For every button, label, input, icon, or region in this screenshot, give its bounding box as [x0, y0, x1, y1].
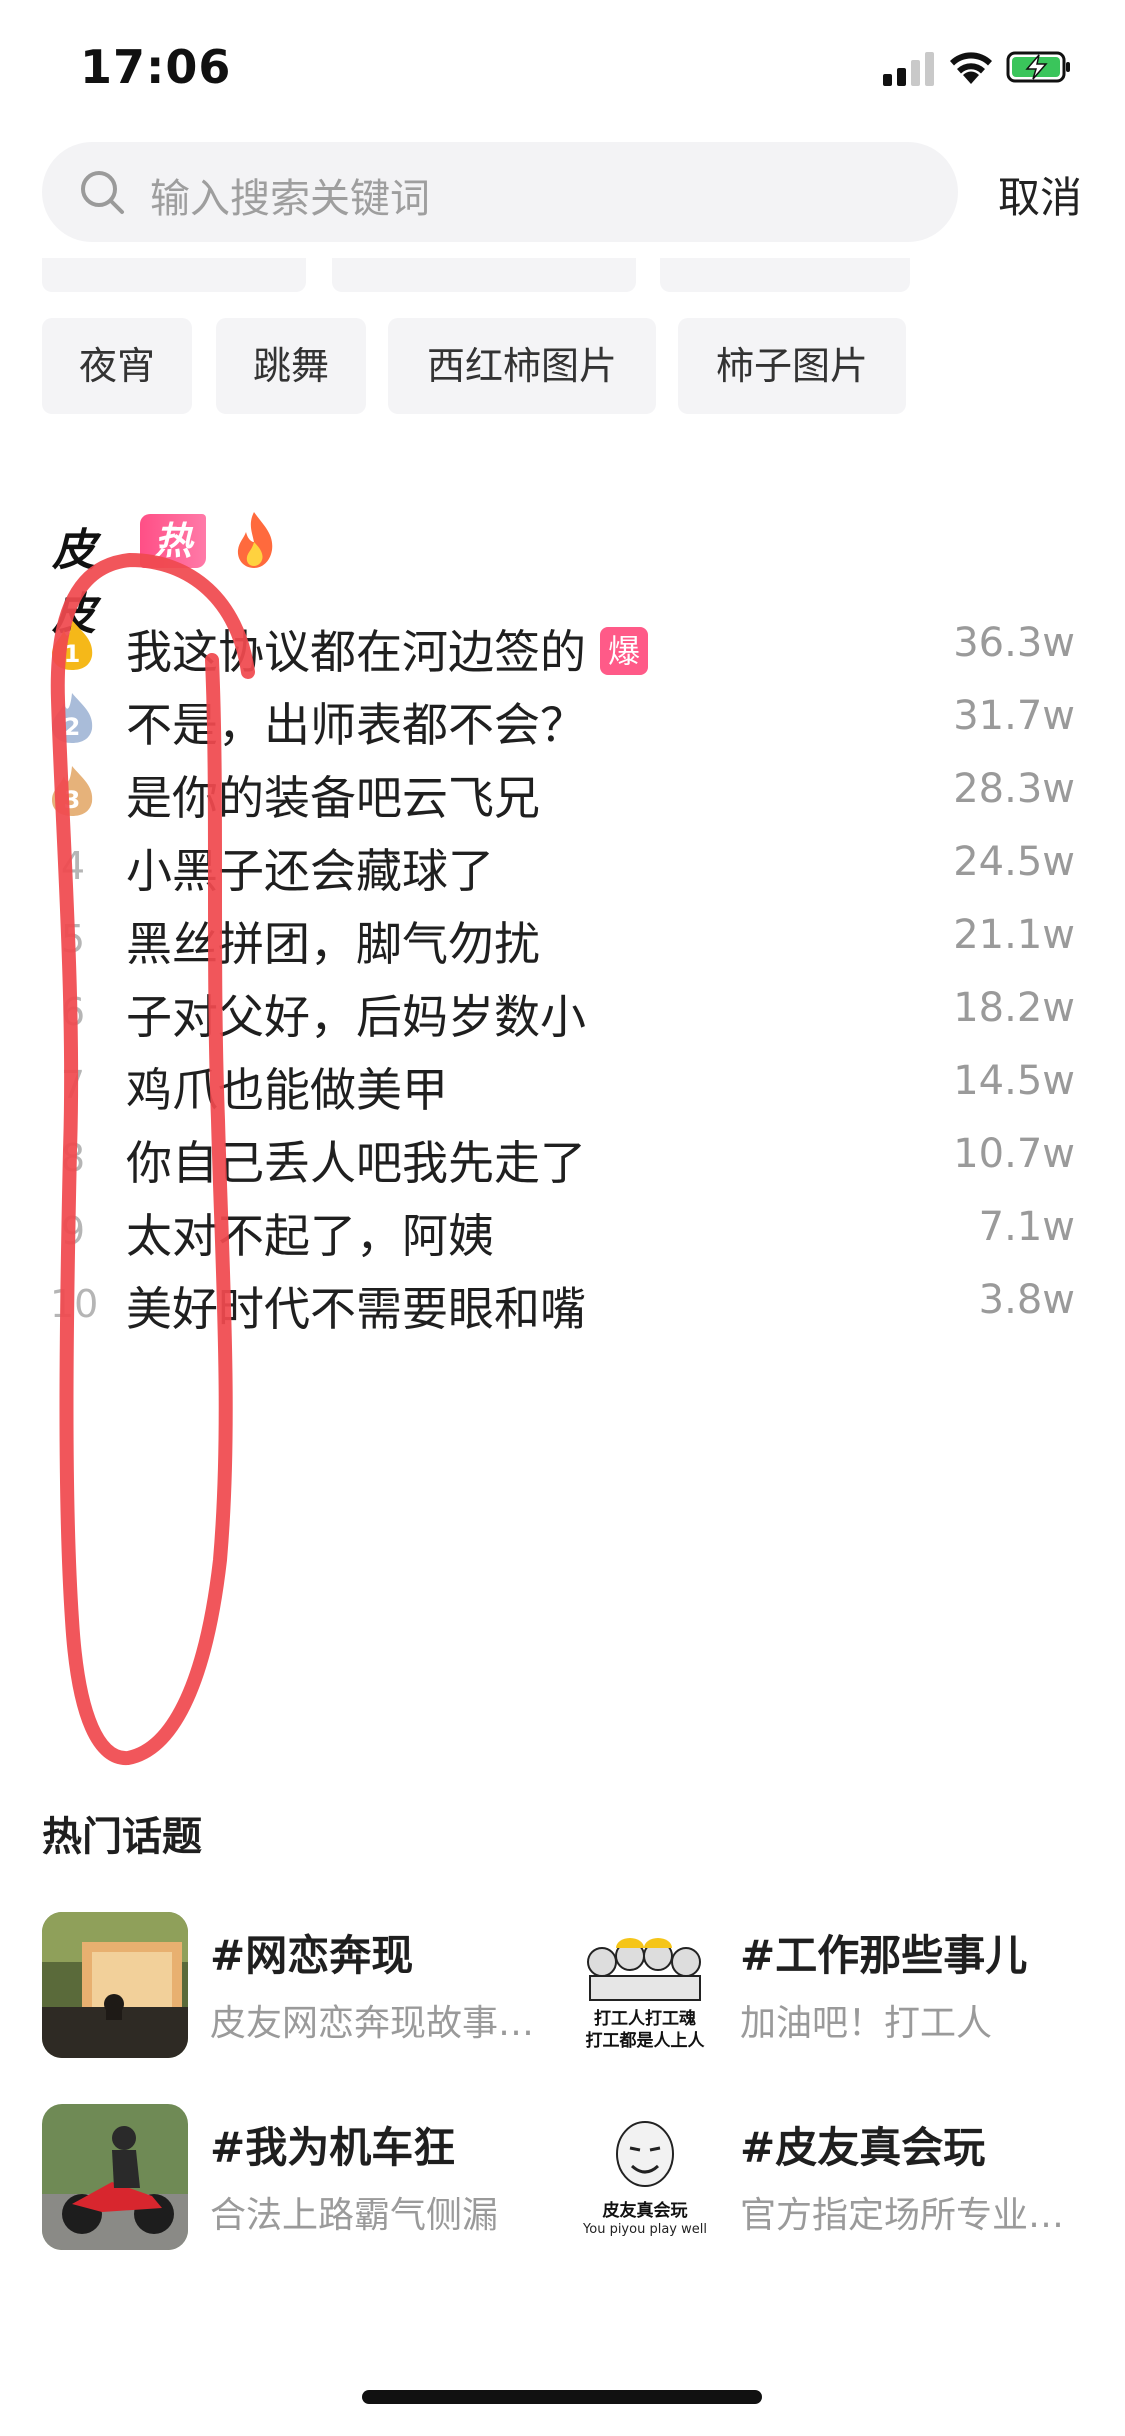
topic-desc: 官方指定场所专业…: [740, 2195, 1065, 2236]
hot-list-item[interactable]: 10 美好时代不需要眼和嘴 3.8w: [0, 1247, 1125, 1361]
hot-topics-title: 热门话题: [42, 1814, 202, 1860]
topic-thumb-caption: You piyou play well: [583, 2222, 707, 2237]
topic-name: #网恋奔现: [210, 1931, 414, 1980]
search-bar[interactable]: 输入搜索关键词: [42, 142, 958, 242]
status-time: 17:06: [80, 40, 232, 94]
search-history-chip[interactable]: 跳舞: [216, 318, 366, 414]
hot-list-badge: 热榜: [140, 514, 207, 617]
screen: 17:06 输入搜索关键词 取消 夜宵 跳舞 西红柿图片 柿子图片 皮皮 热榜 …: [0, 0, 1125, 2436]
topic-thumbnail: [42, 2104, 188, 2250]
cancel-button[interactable]: 取消: [998, 164, 1082, 225]
hot-item-count: 14.5w: [953, 1058, 1075, 1104]
status-bar: 17:06: [0, 0, 1125, 140]
search-history-chip[interactable]: 柿子图片: [678, 318, 906, 414]
search-icon: [81, 171, 124, 214]
hot-item-count: 31.7w: [953, 693, 1075, 739]
topic-thumbnail: [42, 1912, 188, 2058]
topic-card[interactable]: #我为机车狂 合法上路霸气侧漏: [42, 2104, 562, 2250]
topic-card[interactable]: 皮友真会玩 You piyou play well #皮友真会玩 官方指定场所专…: [572, 2104, 1092, 2250]
hot-item-count: 18.2w: [953, 985, 1075, 1031]
topic-name: #我为机车狂: [210, 2123, 456, 2172]
hot-item-title[interactable]: 美好时代不需要眼和嘴: [126, 1273, 586, 1339]
hot-item-count: 3.8w: [978, 1277, 1075, 1323]
topic-name: #工作那些事儿: [740, 1931, 1028, 1980]
topic-card[interactable]: 打工人打工魂 打工都是人上人 #工作那些事儿 加油吧！打工人: [572, 1912, 1092, 2058]
topic-thumb-caption: 皮友真会玩: [602, 2201, 688, 2221]
battery-charging-icon: [1006, 51, 1070, 83]
search-history-chip[interactable]: 夜宵: [42, 318, 192, 414]
hot-item-count: 24.5w: [953, 839, 1075, 885]
topic-desc: 合法上路霸气侧漏: [210, 2195, 499, 2236]
home-indicator[interactable]: [362, 2390, 762, 2404]
search-history-chip[interactable]: [660, 258, 910, 292]
wifi-icon: [950, 52, 992, 84]
topic-card[interactable]: #网恋奔现 皮友网恋奔现故事…: [42, 1912, 562, 2058]
topic-thumbnail: 打工人打工魂 打工都是人上人: [572, 1912, 718, 2058]
search-input[interactable]: 输入搜索关键词: [150, 166, 430, 224]
topic-name: #皮友真会玩: [740, 2123, 986, 2172]
hot-item-rank: 10: [50, 1282, 99, 1326]
hot-item-count: 7.1w: [978, 1204, 1075, 1250]
hot-item-count: 28.3w: [953, 766, 1075, 812]
topic-desc: 加油吧！打工人: [740, 2003, 993, 2044]
cellular-signal-icon: [883, 52, 935, 86]
hot-item-count: 10.7w: [953, 1131, 1075, 1177]
topic-thumb-caption: 打工都是人上人: [585, 2031, 705, 2051]
topic-thumbnail: 皮友真会玩 You piyou play well: [572, 2104, 718, 2250]
hot-item-count: 21.1w: [953, 912, 1075, 958]
search-history-chip[interactable]: [332, 258, 636, 292]
search-history-chip[interactable]: [42, 258, 306, 292]
topic-desc: 皮友网恋奔现故事…: [210, 2003, 535, 2044]
hot-item-count: 36.3w: [953, 620, 1075, 666]
search-history-chip[interactable]: 西红柿图片: [388, 318, 656, 414]
flame-icon: [237, 512, 273, 568]
